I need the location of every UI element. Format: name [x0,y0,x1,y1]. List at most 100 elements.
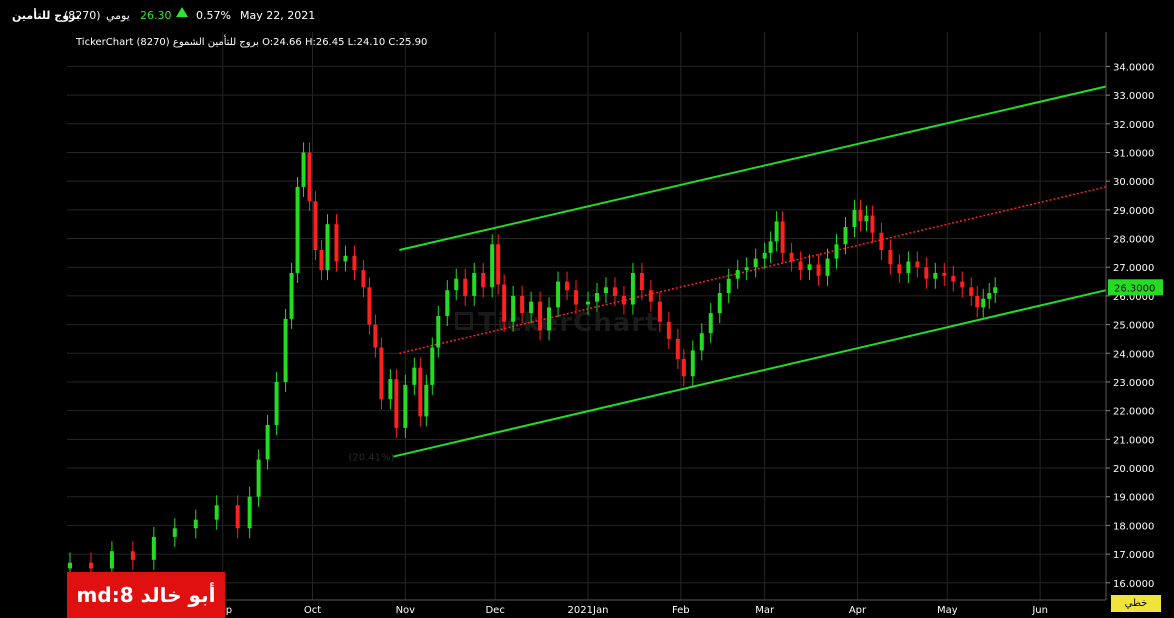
candle-body [924,267,929,279]
candle-body [388,379,393,400]
candle-body [574,290,579,305]
candle-body [214,505,219,520]
y-tick-label: 16.0000 [1113,579,1154,590]
candle-body [538,301,543,331]
candle-body [585,301,590,305]
candle-body [295,186,300,273]
x-tick-label: Mar [755,605,775,616]
line-type-button[interactable]: خطي [1111,595,1161,612]
x-tick-label: Apr [849,605,867,616]
candle-body [690,350,695,377]
candle-body [657,301,662,322]
candle-body [798,261,803,271]
channel-label: (20.41%) [348,453,394,464]
candle-body [879,232,884,251]
candle-body [993,287,998,294]
candle-body [621,295,626,305]
candle-body [334,224,339,262]
candle-body [418,367,423,417]
candle-body [666,321,671,339]
candle-body [289,272,294,319]
y-tick-label: 18.0000 [1113,521,1154,532]
candle-body [774,221,779,242]
candle-body [768,241,773,253]
candle-body [307,152,312,202]
y-tick-label: 23.0000 [1113,378,1154,389]
candle-body [648,290,653,302]
up-arrow-icon [176,7,188,17]
ohlc-legend: TickerChart بروج للتأمين الشموع (8270) O… [75,34,427,48]
candle-body [789,252,794,262]
candle-body [319,250,324,271]
candle-body [915,261,920,268]
channel-upper-line[interactable] [399,85,1107,251]
candle-body [265,425,270,460]
y-tick-label: 27.0000 [1113,263,1154,274]
candle-body [373,324,378,348]
candle-body [981,298,986,308]
candle-body [367,287,372,325]
candle-body [436,316,441,348]
candle-body [325,224,330,271]
candle-body [762,252,767,259]
price-chart[interactable]: (20.41%) 16.0000 17.0000 18.0000 19.0000 20.… [0,32,1174,618]
candle-body [394,379,399,428]
candle-body [502,284,507,322]
candle-body [852,209,857,228]
last-price-tag-label: 26.3000 [1114,283,1155,294]
x-tick-label: 2021Jan [568,605,609,616]
candle-body [490,244,495,288]
candle-body [717,293,722,314]
y-tick-label: 29.0000 [1113,206,1154,217]
candle-body [681,359,686,377]
y-tick-label: 19.0000 [1113,493,1154,504]
stock-code: (8270) [64,9,101,22]
candle-body [67,562,72,569]
candle-body [430,347,435,385]
candle-body [870,215,875,233]
candle-body [744,267,749,271]
candle-body [313,201,318,251]
candle-body [403,384,408,428]
y-tick-label: 21.0000 [1113,435,1154,446]
candle-body [780,221,785,253]
candle-body [630,272,635,305]
candle-body [897,264,902,273]
period-label[interactable]: يومي [106,9,130,22]
y-tick-label: 30.0000 [1113,177,1154,188]
candle-body [274,381,279,426]
channel-middle-line[interactable] [399,186,1107,355]
candle-body [172,528,177,537]
y-tick-label: 32.0000 [1113,120,1154,131]
candle-body [481,272,486,288]
x-tick-label: Feb [672,605,690,616]
candle-body [463,278,468,296]
candle-body [843,227,848,245]
candle-body [969,287,974,296]
channel-lower-line[interactable] [393,289,1107,458]
candle-body [379,347,384,400]
candle-body [987,293,992,299]
x-tick-label: Dec [485,605,504,616]
candle-body [594,293,599,302]
candle-body [612,287,617,296]
y-tick-label: 34.0000 [1113,62,1154,73]
candle-body [454,278,459,291]
candle-body [699,333,704,351]
candle-body [735,270,740,279]
candle-body [529,301,534,314]
candle-body [603,287,608,294]
candle-body [424,384,429,417]
candle-body [109,551,114,569]
quote-date: May 22, 2021 [240,9,316,22]
candle-body [547,307,552,331]
candle-body [301,152,306,187]
candle-body [816,264,821,276]
candle-body [511,295,516,322]
chart-header-bar: بروج للتأمين (8270) يومي 26.30 0.57% May… [0,0,1174,32]
candle-body [556,281,561,308]
x-tick-label: Nov [396,605,416,616]
y-tick-label: 31.0000 [1113,148,1154,159]
candle-body [565,281,570,291]
candle-body [933,272,938,279]
